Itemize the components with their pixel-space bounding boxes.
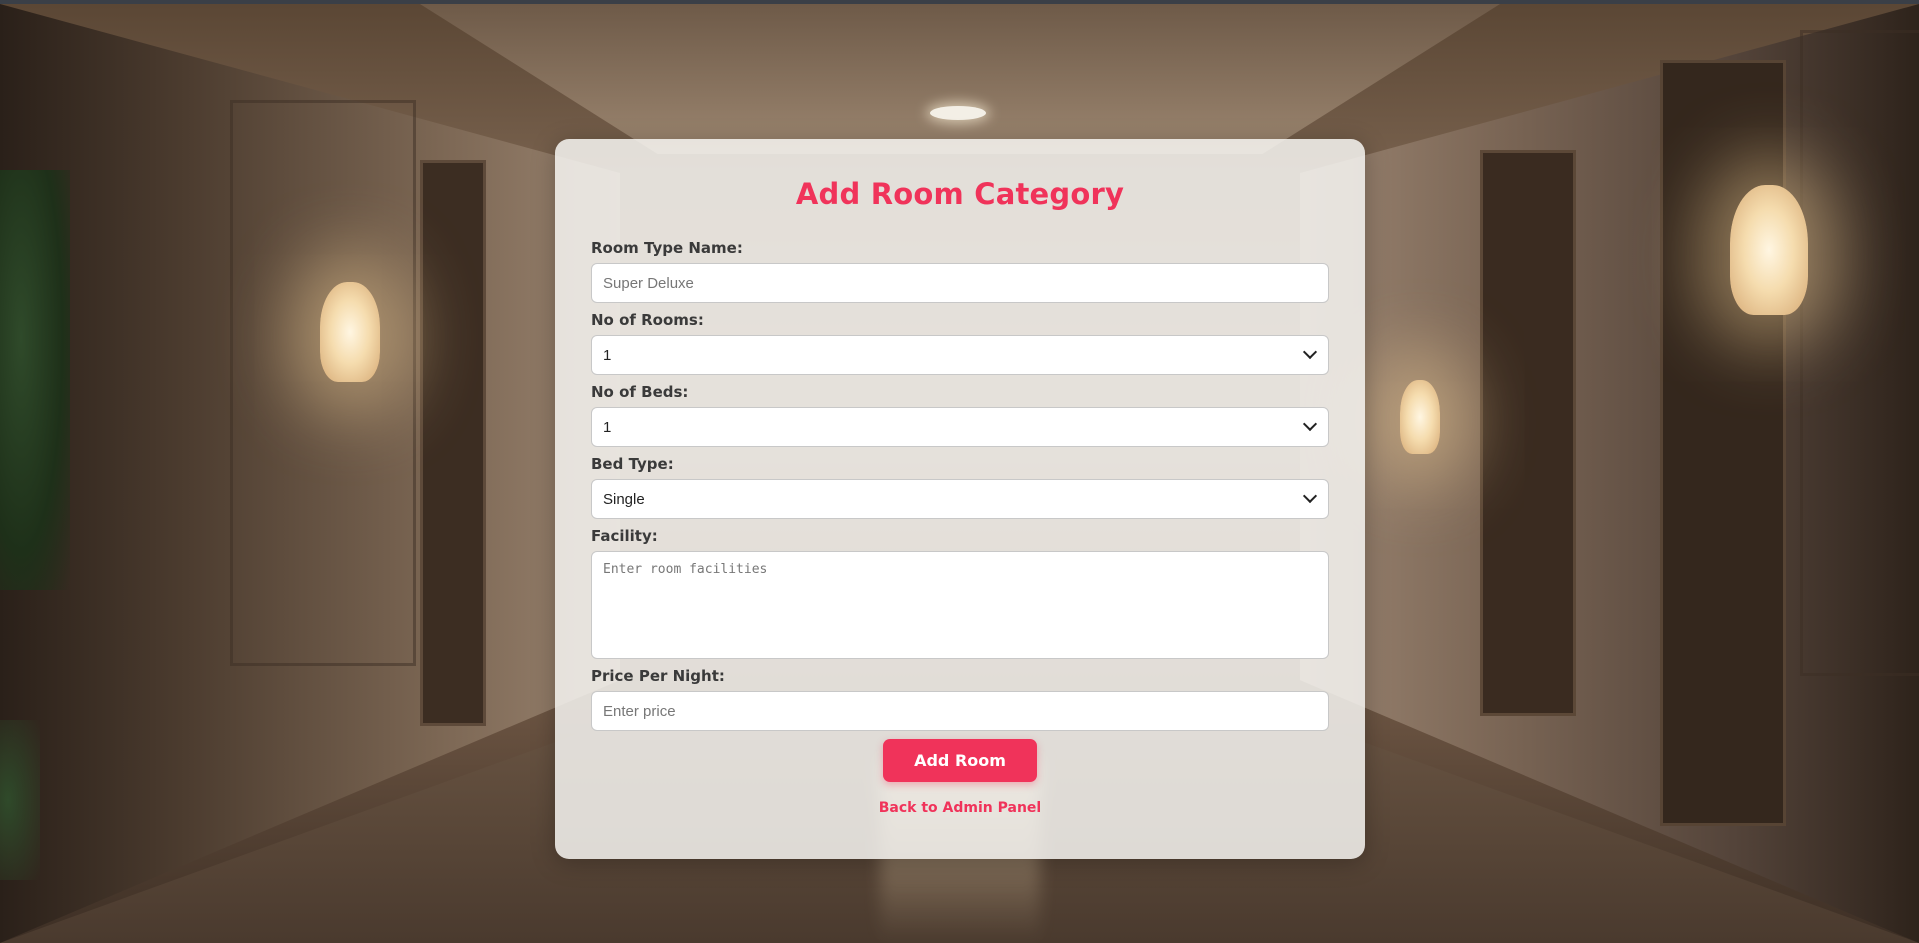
bed-type-select[interactable]: Single (591, 479, 1329, 519)
wall-panel-left (230, 100, 416, 666)
add-room-form-card: Add Room Category Room Type Name: No of … (555, 139, 1365, 859)
door-right-far (1660, 60, 1786, 826)
add-room-button[interactable]: Add Room (883, 739, 1037, 782)
price-input[interactable] (591, 691, 1329, 731)
price-label: Price Per Night: (591, 667, 725, 685)
wall-lamp-right-small (1400, 380, 1440, 454)
no-of-beds-select[interactable]: 1 (591, 407, 1329, 447)
page-title: Add Room Category (795, 177, 1125, 211)
submit-row: Add Room (591, 739, 1329, 782)
wall-lamp-left (320, 282, 380, 382)
plant-decoration (0, 170, 70, 590)
plant-decoration-lower (0, 720, 40, 880)
no-of-rooms-select[interactable]: 1 (591, 335, 1329, 375)
bed-type-label: Bed Type: (591, 455, 674, 473)
no-of-beds-select-wrap: 1 (591, 407, 1329, 447)
back-to-admin-link[interactable]: Back to Admin Panel (591, 800, 1329, 816)
corridor-ceiling (420, 4, 1500, 154)
no-of-rooms-label: No of Rooms: (591, 311, 704, 329)
room-type-input[interactable] (591, 263, 1329, 303)
door-right-near (1480, 150, 1576, 716)
door-left (420, 160, 486, 726)
browser-top-edge (0, 0, 1919, 4)
wall-panel-right (1800, 30, 1919, 676)
facility-label: Facility: (591, 527, 658, 545)
bed-type-select-wrap: Single (591, 479, 1329, 519)
wall-lamp-right-large (1730, 185, 1808, 315)
no-of-beds-label: No of Beds: (591, 383, 689, 401)
room-type-label: Room Type Name: (591, 239, 743, 257)
ceiling-light (930, 106, 986, 120)
facility-textarea[interactable] (591, 551, 1329, 659)
no-of-rooms-select-wrap: 1 (591, 335, 1329, 375)
